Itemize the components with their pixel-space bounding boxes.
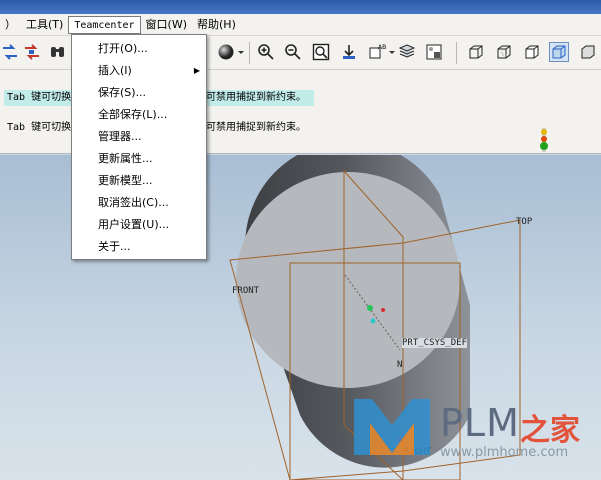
teamcenter-menu: 打开(O)... 插入(I) ▶ 保存(S)... 全部保存(L)... 管理器.… (71, 34, 207, 260)
zoom-in-icon[interactable] (256, 42, 276, 62)
svg-text:AB: AB (378, 44, 386, 51)
message-line: Tab 键可切换 (4, 120, 74, 136)
watermark-brand: PLM (440, 401, 520, 445)
menu-item-help[interactable]: 帮助(H) (192, 16, 241, 34)
no-hidden-icon[interactable] (522, 42, 542, 62)
menu-label: 全部保存(L)... (98, 108, 168, 121)
message-suffix: 可禁用捕捉到新约束。 (206, 92, 306, 103)
datum-label-csys[interactable]: PRT_CSYS_DEF (402, 338, 468, 348)
submenu-arrow-icon: ▶ (193, 66, 200, 75)
watermark-cn: 之家 (520, 413, 580, 448)
menu-label: 更新模型... (98, 174, 153, 187)
menu-update-attributes[interactable]: 更新属性... (72, 148, 206, 170)
message-prefix: Tab 键可切换 (7, 92, 72, 103)
menu-label: 更新属性... (98, 152, 153, 165)
menu-label: 打开(O)... (98, 42, 148, 55)
message-suffix: 可禁用捕捉到新约束。 (206, 122, 306, 133)
menu-label: 插入(I) (98, 64, 132, 77)
chevron-down-icon[interactable] (387, 42, 397, 62)
chevron-down-icon[interactable] (236, 42, 246, 62)
csys-origin-cyan (370, 318, 376, 324)
menu-insert[interactable]: 插入(I) ▶ (72, 60, 206, 82)
wireframe-icon[interactable] (466, 42, 486, 62)
menu-save-all[interactable]: 全部保存(L)... (72, 104, 206, 126)
menu-label: 取消签出(C)... (98, 196, 169, 209)
watermark: PLM 之家 www.plmhome.com (350, 395, 600, 475)
csys-origin-green (367, 305, 373, 311)
find-icon[interactable] (48, 42, 68, 62)
datum-label-axis: N (397, 360, 403, 370)
toolbar-separator (249, 42, 250, 64)
appearance-gallery-icon[interactable] (424, 42, 444, 62)
toolbar-separator (456, 42, 457, 64)
menu-update-model[interactable]: 更新模型... (72, 170, 206, 192)
menu-label: 用户设置(U)... (98, 218, 170, 231)
status-light-icon[interactable] (537, 128, 551, 152)
menu-open[interactable]: 打开(O)... (72, 38, 206, 60)
cylinder-top-face (236, 172, 460, 388)
menu-item-partial[interactable]: ） (0, 16, 21, 34)
menu-cancel-checkout[interactable]: 取消签出(C)... (72, 192, 206, 214)
shading-icon[interactable] (549, 42, 569, 62)
window-title-strip (0, 0, 601, 14)
menu-item-tools[interactable]: 工具(T) (21, 16, 68, 34)
refit-icon[interactable] (311, 42, 331, 62)
layers-icon[interactable] (397, 42, 417, 62)
zoom-out-icon[interactable] (283, 42, 303, 62)
menu-about[interactable]: 关于... (72, 236, 206, 258)
menu-label: 管理器... (98, 130, 142, 143)
menu-item-window[interactable]: 窗口(W) (141, 16, 192, 34)
menu-save[interactable]: 保存(S)... (72, 82, 206, 104)
datum-label-front[interactable]: FRONT (232, 286, 259, 296)
saved-views-icon[interactable]: AB (367, 42, 387, 62)
reorient-icon[interactable] (339, 42, 359, 62)
regenerate-icon[interactable] (0, 42, 20, 62)
csys-origin-red (381, 308, 385, 312)
menu-bar: ） 工具(T) Teamcenter 窗口(W) 帮助(H) (0, 14, 601, 36)
shading-sphere-icon[interactable] (216, 42, 236, 62)
regen-manager-icon[interactable] (22, 42, 42, 62)
menu-user-settings[interactable]: 用户设置(U)... (72, 214, 206, 236)
menu-label: 保存(S)... (98, 86, 147, 99)
menu-item-teamcenter[interactable]: Teamcenter (68, 15, 141, 34)
menu-manager[interactable]: 管理器... (72, 126, 206, 148)
menu-label: 关于... (98, 240, 131, 253)
hidden-line-icon[interactable] (494, 42, 514, 62)
watermark-url: www.plmhome.com (440, 445, 569, 460)
message-prefix: Tab 键可切换 (7, 122, 72, 133)
datum-label-top[interactable]: TOP (516, 217, 532, 227)
watermark-logo-icon (354, 399, 430, 455)
shading-edges-icon[interactable] (578, 42, 598, 62)
